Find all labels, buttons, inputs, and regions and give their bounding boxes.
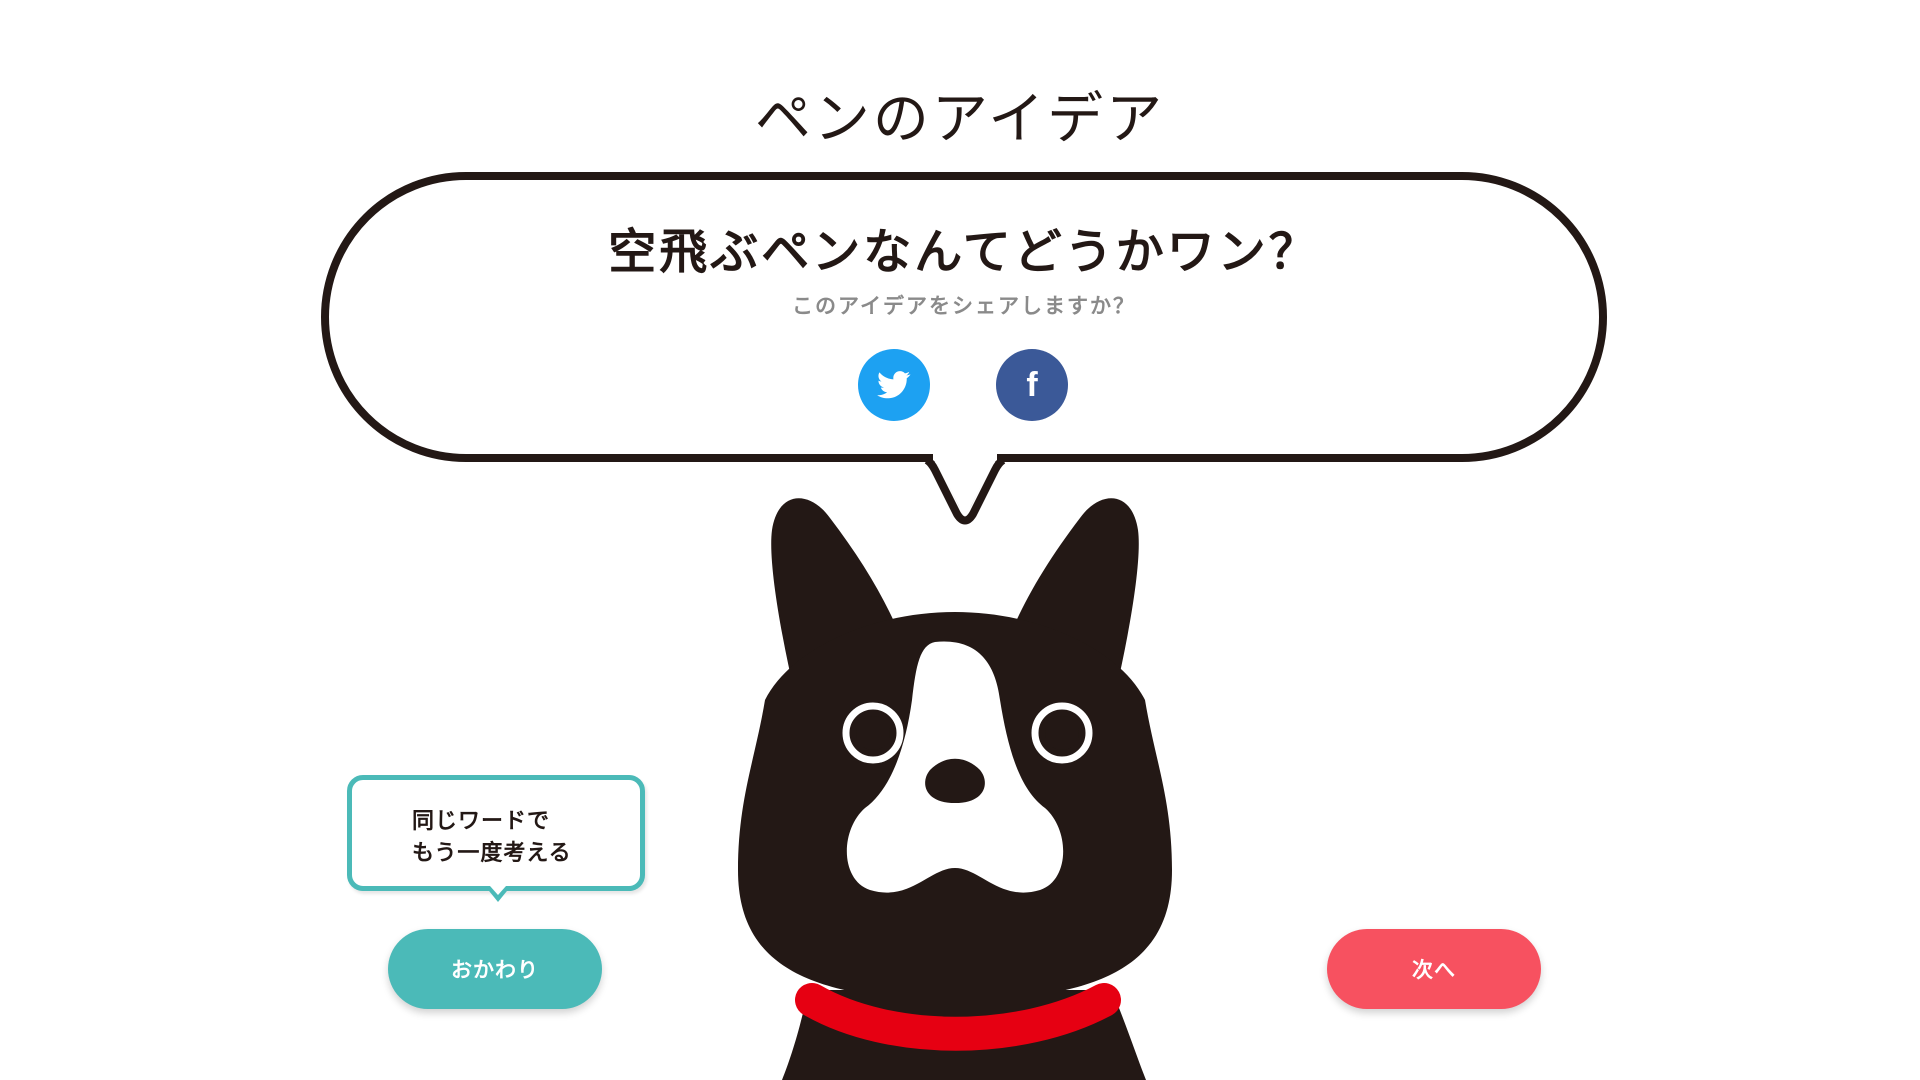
- again-button[interactable]: おかわり: [388, 929, 602, 1009]
- dog-left-pupil: [856, 716, 890, 750]
- idea-speech-bubble: 空飛ぶペンなんてどうかワン？ このアイデアをシェアしますか？ f: [321, 172, 1607, 525]
- facebook-share-button[interactable]: f: [996, 349, 1068, 421]
- facebook-f-icon: f: [1026, 366, 1038, 404]
- next-button[interactable]: 次へ: [1327, 929, 1541, 1009]
- hint-bubble-tail: [485, 886, 511, 902]
- twitter-share-button[interactable]: [858, 349, 930, 421]
- dog-right-pupil: [1045, 716, 1079, 750]
- hint-bubble: 同じワードで もう一度考える: [347, 775, 645, 902]
- share-buttons: f: [858, 349, 1070, 421]
- idea-text: 空飛ぶペンなんてどうかワン？: [608, 224, 1320, 280]
- share-prompt: このアイデアをシェアしますか？: [792, 294, 1136, 318]
- twitter-bird-icon: [877, 371, 911, 399]
